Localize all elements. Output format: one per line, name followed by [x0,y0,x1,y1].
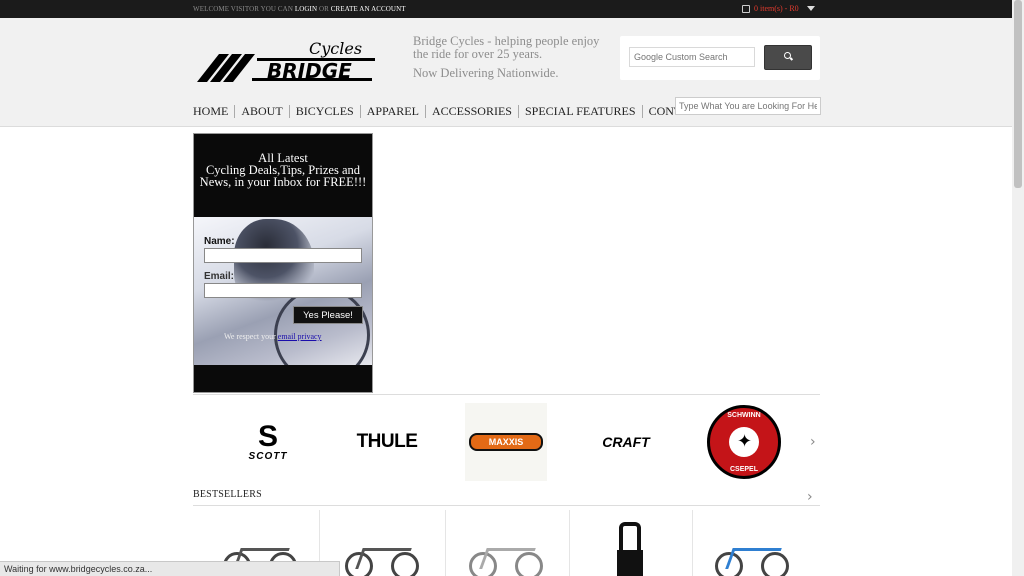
cart-summary[interactable]: 0 item(s) - R0 [742,4,799,14]
login-link[interactable]: LOGIN [295,5,317,13]
nav-special-features[interactable]: SPECIAL FEATURES [517,104,642,118]
nav-home[interactable]: HOME [193,104,234,118]
nav-about[interactable]: ABOUT [234,104,288,118]
product-card[interactable] [323,510,446,576]
schwinn-badge: SCHWINN ✦ CSEPEL [707,405,781,479]
brands-divider [193,394,820,395]
main-navigation: HOME ABOUT BICYCLES APPAREL ACCESSORIES … [193,104,710,118]
name-label: Name: [204,236,235,247]
bestsellers-next-chevron-icon[interactable]: › [807,489,813,505]
product-card[interactable] [447,510,570,576]
nav-bicycles[interactable]: BICYCLES [288,104,360,118]
maxxis-wordmark: MAXXIS [469,433,543,451]
brand-scott[interactable]: S SCOTT [229,403,307,481]
bestsellers-divider [193,505,820,506]
brands-next-chevron-icon[interactable]: › [810,434,816,450]
search-icon [784,52,791,59]
google-custom-search [620,36,820,80]
or-label: OR [318,5,329,13]
create-account-link[interactable]: CREATE AN ACCOUNT [331,5,406,13]
email-label: Email: [204,271,235,282]
shopping-bag-icon [742,5,750,14]
page-scrollbar[interactable] [1012,0,1024,576]
product-card[interactable] [693,510,815,576]
brand-maxxis[interactable]: MAXXIS [465,403,547,481]
newsletter-heading: All Latest Cycling Deals,Tips, Prizes an… [194,134,372,217]
bib-shorts-body [617,550,643,576]
bike-image [469,538,545,576]
newsletter-heading-line2: Cycling Deals,Tips, Prizes and News, in … [199,163,367,189]
brand-craft[interactable]: CRAFT [586,403,666,481]
site-search-input[interactable] [675,97,821,115]
logo-main-text: BRIDGE [267,59,352,83]
tagline: Bridge Cycles - helping people enjoy the… [413,34,600,61]
scrollbar-thumb[interactable] [1014,0,1022,188]
schwinn-top-text: SCHWINN [727,412,761,419]
star-icon: ✦ [737,431,753,451]
email-privacy-link[interactable]: email privacy [278,332,322,341]
google-search-button[interactable] [764,45,812,70]
nav-accessories[interactable]: ACCESSORIES [424,104,518,118]
top-bar: WELCOME VISITOR YOU CAN LOGIN OR CREATE … [0,0,1012,18]
privacy-text: We respect your [224,332,276,341]
bridge-cycles-logo[interactable]: Cycles BRIDGE [197,38,379,84]
bike-image [345,538,421,576]
logo-script-text: Cycles [309,39,362,58]
welcome-label: WELCOME VISITOR YOU CAN [193,5,293,13]
privacy-note: We respect your email privacy [224,332,322,341]
bestsellers-title: BESTSELLERS [193,489,262,500]
browser-status-bar: Waiting for www.bridgecycles.co.za... [0,561,340,576]
cart-count[interactable]: 0 item(s) - R0 [754,4,799,13]
scott-glyph: S [257,419,278,453]
brand-thule[interactable]: THULE [346,403,428,481]
product-card[interactable] [570,510,693,576]
cyclist-photo: Name: Email: [194,217,372,365]
brand-schwinn-csepel[interactable]: SCHWINN ✦ CSEPEL [705,403,783,481]
subscribe-button[interactable]: Yes Please! [293,306,363,324]
nav-apparel[interactable]: APPAREL [359,104,425,118]
welcome-text: WELCOME VISITOR YOU CAN LOGIN OR CREATE … [193,5,406,13]
schwinn-bottom-text: CSEPEL [729,466,758,473]
email-field[interactable] [204,283,362,298]
scott-wordmark: SCOTT [248,450,288,462]
delivery-notice: Now Delivering Nationwide. [413,66,559,80]
bike-image [715,538,791,576]
newsletter-signup: All Latest Cycling Deals,Tips, Prizes an… [193,133,373,393]
name-field[interactable] [204,248,362,263]
google-search-input[interactable] [629,47,755,67]
cart-dropdown-chevron-icon[interactable] [807,6,815,11]
